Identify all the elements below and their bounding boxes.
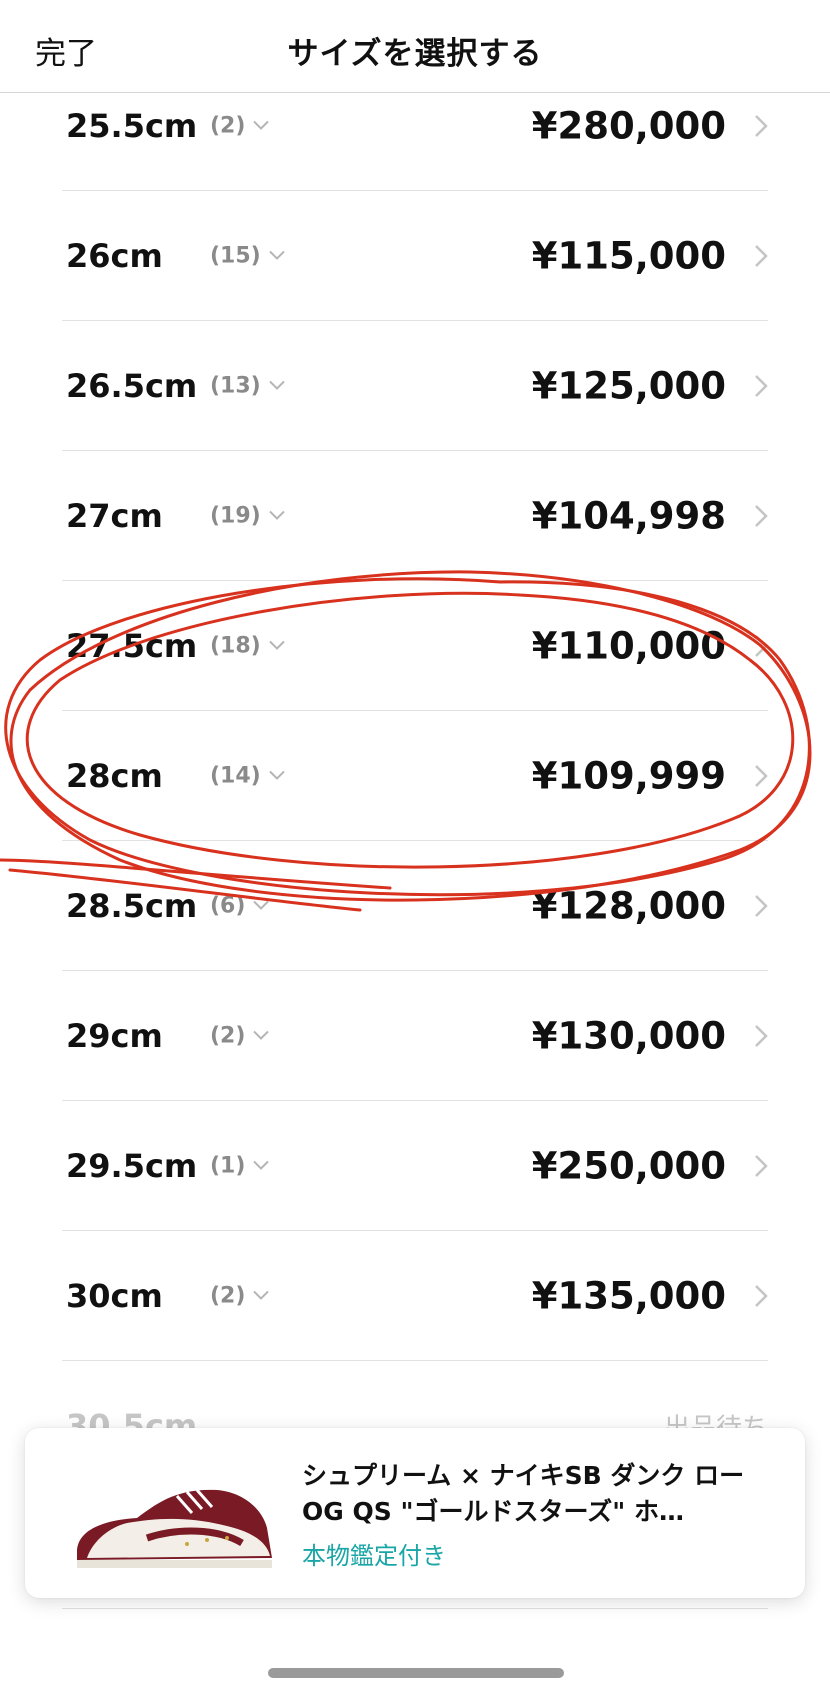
chevron-right-icon <box>755 374 768 397</box>
chevron-right-icon <box>755 114 768 137</box>
size-label: 25.5cm <box>66 106 198 145</box>
size-label: 28.5cm <box>66 886 198 925</box>
size-row[interactable]: 25.5cm (2) ¥280,000 <box>62 61 768 191</box>
size-row[interactable]: 28cm (14) ¥109,999 <box>62 711 768 841</box>
size-row[interactable]: 26.5cm (13) ¥125,000 <box>62 321 768 451</box>
listing-count-dropdown[interactable]: (19) <box>210 503 285 528</box>
size-row[interactable]: 30cm (2) ¥135,000 <box>62 1231 768 1361</box>
listing-count-dropdown[interactable]: (6) <box>210 893 270 918</box>
price: ¥109,999 <box>531 754 726 797</box>
size-label: 27cm <box>66 496 163 535</box>
listing-count-dropdown[interactable]: (2) <box>210 113 270 138</box>
size-label: 30cm <box>66 1276 163 1315</box>
size-row[interactable]: 29cm (2) ¥130,000 <box>62 971 768 1101</box>
size-row[interactable]: 27.5cm (18) ¥110,000 <box>62 581 768 711</box>
product-card[interactable]: シュプリーム × ナイキSB ダンク ロー OG QS "ゴールドスターズ" ホ… <box>25 1428 805 1598</box>
chevron-down-icon <box>253 1160 270 1170</box>
listing-count: (2) <box>210 1283 246 1308</box>
listing-count-dropdown[interactable]: (15) <box>210 243 285 268</box>
chevron-down-icon <box>269 640 285 650</box>
chevron-down-icon <box>269 250 285 260</box>
listing-count-dropdown[interactable]: (18) <box>210 633 285 658</box>
listing-count: (6) <box>210 893 246 918</box>
listing-count: (15) <box>210 243 261 268</box>
authenticity-badge: 本物鑑定付き <box>302 1542 446 1570</box>
chevron-right-icon <box>755 244 768 267</box>
listing-count: (13) <box>210 373 261 398</box>
price: ¥115,000 <box>531 234 726 277</box>
chevron-down-icon <box>269 510 285 520</box>
chevron-right-icon <box>755 894 768 917</box>
price: ¥280,000 <box>531 104 726 147</box>
listing-count-dropdown[interactable]: (2) <box>210 1023 270 1048</box>
size-label: 29.5cm <box>66 1146 198 1185</box>
chevron-right-icon <box>755 1284 768 1307</box>
size-label: 27.5cm <box>66 626 198 665</box>
chevron-right-icon <box>755 764 768 787</box>
price: ¥130,000 <box>531 1014 726 1057</box>
home-indicator[interactable] <box>268 1668 564 1678</box>
chevron-down-icon <box>269 770 285 780</box>
size-label: 28cm <box>66 756 163 795</box>
chevron-down-icon <box>253 120 270 130</box>
listing-count-dropdown[interactable]: (2) <box>210 1283 270 1308</box>
price: ¥250,000 <box>531 1144 726 1187</box>
chevron-right-icon <box>755 504 768 527</box>
chevron-down-icon <box>253 900 270 910</box>
price: ¥125,000 <box>531 364 726 407</box>
divider <box>62 1608 768 1609</box>
size-label: 26cm <box>66 236 163 275</box>
size-row[interactable]: 27cm (19) ¥104,998 <box>62 451 768 581</box>
chevron-down-icon <box>253 1290 270 1300</box>
listing-count-dropdown[interactable]: (13) <box>210 373 285 398</box>
chevron-right-icon <box>755 1154 768 1177</box>
listing-count-dropdown[interactable]: (1) <box>210 1153 270 1178</box>
size-label: 26.5cm <box>66 366 198 405</box>
size-row[interactable]: 28.5cm (6) ¥128,000 <box>62 841 768 971</box>
chevron-down-icon <box>269 380 285 390</box>
product-title: シュプリーム × ナイキSB ダンク ロー OG QS "ゴールドスターズ" ホ… <box>302 1461 745 1526</box>
listing-count: (1) <box>210 1153 246 1178</box>
size-row[interactable]: 26cm (15) ¥115,000 <box>62 191 768 321</box>
chevron-right-icon <box>755 634 768 657</box>
price: ¥135,000 <box>531 1274 726 1317</box>
listing-count-dropdown[interactable]: (14) <box>210 763 285 788</box>
listing-count: (14) <box>210 763 261 788</box>
chevron-down-icon <box>253 1030 270 1040</box>
chevron-right-icon <box>755 1024 768 1047</box>
size-label: 29cm <box>66 1016 163 1055</box>
listing-count: (19) <box>210 503 261 528</box>
price: ¥128,000 <box>531 884 726 927</box>
price: ¥110,000 <box>531 624 726 667</box>
listing-count: (2) <box>210 113 246 138</box>
size-row[interactable]: 29.5cm (1) ¥250,000 <box>62 1101 768 1231</box>
listing-count: (18) <box>210 633 261 658</box>
price: ¥104,998 <box>531 494 726 537</box>
sneaker-icon <box>77 1489 272 1568</box>
listing-count: (2) <box>210 1023 246 1048</box>
